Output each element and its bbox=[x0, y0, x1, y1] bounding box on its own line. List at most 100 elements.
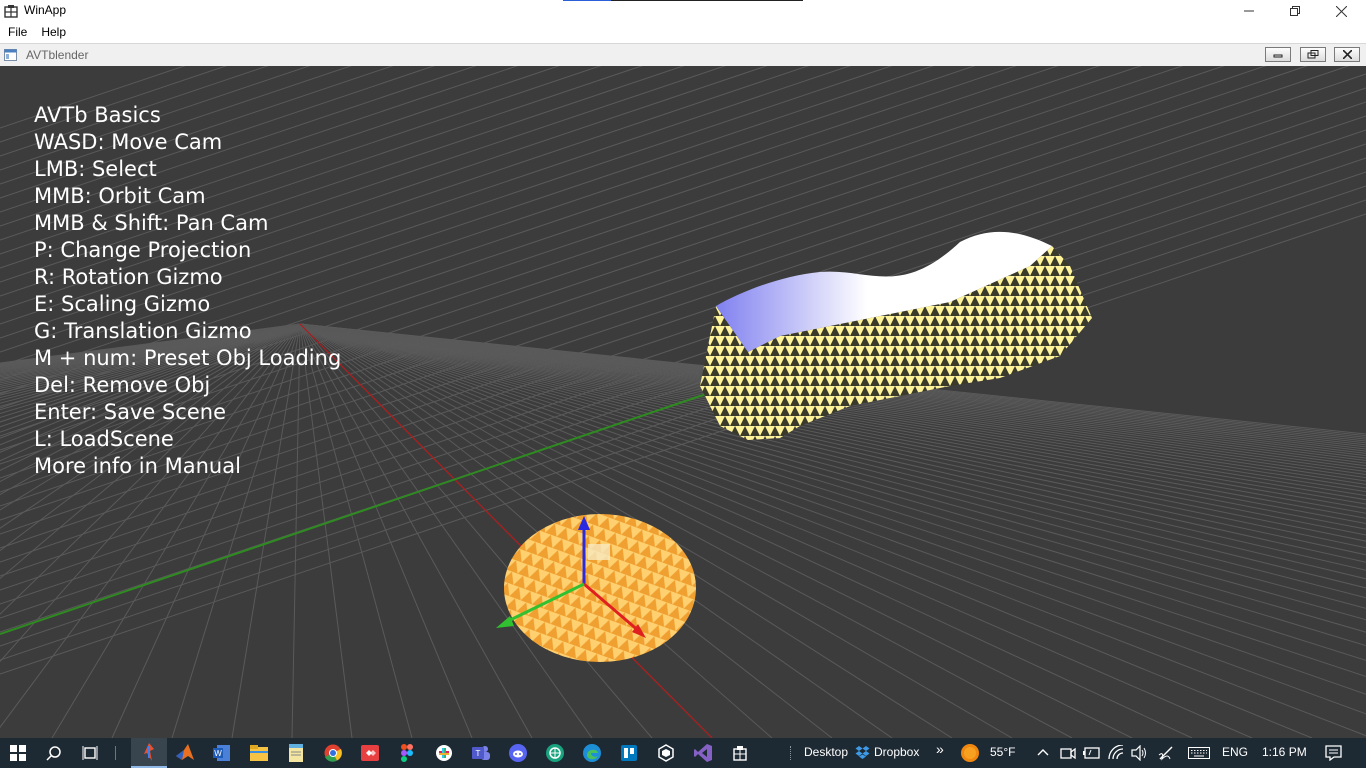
child-close-button[interactable] bbox=[1334, 47, 1360, 62]
taskbar-unity[interactable] bbox=[648, 738, 684, 768]
minimize-icon bbox=[1273, 54, 1283, 57]
restore-icon bbox=[1307, 50, 1319, 59]
app-title: WinApp bbox=[24, 3, 67, 17]
child-window-title-bar[interactable]: AVTblender bbox=[0, 43, 1366, 66]
child-minimize-button[interactable] bbox=[1265, 47, 1291, 62]
load-progress-bar bbox=[563, 0, 803, 1]
taskbar-notepad[interactable] bbox=[278, 738, 314, 768]
battery-icon[interactable] bbox=[1083, 747, 1101, 759]
help-line: WASD: Move Cam bbox=[34, 130, 223, 154]
discord-icon bbox=[509, 744, 527, 762]
chrome-icon bbox=[324, 744, 342, 762]
task-view-icon bbox=[82, 746, 98, 760]
taskbar-chatgpt[interactable] bbox=[537, 738, 573, 768]
restore-button[interactable] bbox=[1272, 0, 1318, 22]
taskbar-chrome[interactable] bbox=[315, 738, 351, 768]
taskbar-figma[interactable] bbox=[389, 738, 425, 768]
figma-icon bbox=[401, 744, 413, 762]
selected-round-object[interactable] bbox=[504, 514, 696, 662]
anydesk-icon bbox=[361, 745, 379, 761]
taskbar-winapp[interactable] bbox=[722, 738, 758, 768]
taskbar-divider bbox=[115, 746, 116, 760]
toolbar-overflow-chevron[interactable]: » bbox=[936, 741, 944, 757]
svg-text:T: T bbox=[476, 749, 481, 758]
child-restore-button[interactable] bbox=[1300, 47, 1326, 62]
chevron-up-icon[interactable] bbox=[1037, 748, 1049, 756]
help-overlay: AVTb Basics WASD: Move Cam LMB: Select MMB:… bbox=[34, 102, 341, 480]
search-button[interactable] bbox=[36, 738, 72, 768]
taskbar-file-explorer[interactable] bbox=[241, 738, 277, 768]
taskbar-trello[interactable] bbox=[611, 738, 647, 768]
taskbar-word[interactable]: W bbox=[204, 738, 240, 768]
weather-widget[interactable]: 55°F bbox=[958, 738, 1028, 768]
app-title-bar[interactable]: WinApp bbox=[0, 0, 1366, 22]
minimize-icon bbox=[1244, 10, 1254, 12]
svg-text:W: W bbox=[214, 749, 222, 758]
minimize-button[interactable] bbox=[1226, 0, 1272, 22]
dropbox-icon bbox=[855, 746, 870, 759]
start-icon bbox=[10, 745, 26, 761]
notifications-icon[interactable] bbox=[1325, 745, 1342, 761]
search-icon bbox=[46, 746, 61, 761]
trello-icon bbox=[621, 745, 637, 761]
help-line: G: Translation Gizmo bbox=[34, 319, 252, 343]
menu-help[interactable]: Help bbox=[35, 22, 72, 42]
taskbar-avtblender[interactable] bbox=[131, 738, 167, 768]
menu-bar: File Help bbox=[0, 22, 1366, 42]
taskbar-discord[interactable] bbox=[500, 738, 536, 768]
taskbar: W T Desktop Dropbox » 55°F ENG 1:16 PM bbox=[0, 738, 1366, 768]
app-icon bbox=[4, 5, 18, 18]
taskbar-edge[interactable] bbox=[574, 738, 610, 768]
taskbar-grip bbox=[790, 746, 793, 760]
taskbar-matlab[interactable] bbox=[167, 738, 203, 768]
language-indicator[interactable]: ENG bbox=[1222, 745, 1248, 759]
temperature: 55°F bbox=[990, 745, 1016, 759]
help-line: LMB: Select bbox=[34, 157, 157, 181]
close-icon bbox=[1342, 50, 1352, 59]
winapp-icon bbox=[733, 746, 747, 761]
file-explorer-icon bbox=[250, 745, 268, 761]
visual-studio-icon bbox=[694, 744, 712, 762]
avtblender-app-icon bbox=[144, 743, 154, 761]
dropbox-toolbar[interactable]: Dropbox bbox=[874, 745, 919, 759]
help-line: Del: Remove Obj bbox=[34, 373, 211, 397]
notepad-icon bbox=[289, 744, 303, 762]
matlab-icon bbox=[176, 744, 194, 760]
teams-icon: T bbox=[472, 746, 490, 760]
child-window-title: AVTblender bbox=[26, 48, 89, 62]
3d-viewport[interactable]: AVTb Basics WASD: Move Cam LMB: Select MMB:… bbox=[0, 66, 1366, 738]
menu-file[interactable]: File bbox=[2, 22, 33, 42]
help-line: Enter: Save Scene bbox=[34, 400, 226, 424]
pen-icon[interactable] bbox=[1158, 745, 1176, 761]
child-window-icon bbox=[4, 49, 17, 61]
keyboard-icon[interactable] bbox=[1188, 747, 1210, 759]
help-line: M + num: Preset Obj Loading bbox=[34, 346, 342, 370]
close-icon bbox=[1335, 5, 1347, 17]
taskbar-slack[interactable] bbox=[426, 738, 462, 768]
desktop-toolbar[interactable]: Desktop bbox=[804, 745, 848, 759]
help-line: MMB: Orbit Cam bbox=[34, 184, 206, 208]
taskbar-teams[interactable]: T bbox=[463, 738, 499, 768]
help-line: R: Rotation Gizmo bbox=[34, 265, 223, 289]
help-line: MMB & Shift: Pan Cam bbox=[34, 211, 269, 235]
taskbar-anydesk[interactable] bbox=[352, 738, 388, 768]
help-line: E: Scaling Gizmo bbox=[34, 292, 211, 316]
wifi-icon[interactable] bbox=[1108, 745, 1124, 761]
help-line: More info in Manual bbox=[34, 454, 241, 478]
help-line: P: Change Projection bbox=[34, 238, 252, 262]
help-line: AVTb Basics bbox=[34, 103, 161, 127]
clock[interactable]: 1:16 PM bbox=[1262, 745, 1307, 759]
chatgpt-icon bbox=[546, 744, 564, 762]
volume-icon[interactable] bbox=[1131, 745, 1149, 761]
meet-now-icon[interactable] bbox=[1060, 745, 1076, 761]
task-view-button[interactable] bbox=[72, 738, 108, 768]
word-icon: W bbox=[213, 745, 230, 761]
start-button[interactable] bbox=[0, 738, 36, 768]
edge-icon bbox=[583, 744, 601, 762]
restore-icon bbox=[1290, 6, 1300, 16]
unity-icon bbox=[658, 744, 674, 762]
help-line: L: LoadScene bbox=[34, 427, 174, 451]
close-button[interactable] bbox=[1318, 0, 1364, 22]
sun-weather-icon bbox=[961, 744, 979, 762]
taskbar-visual-studio[interactable] bbox=[685, 738, 721, 768]
